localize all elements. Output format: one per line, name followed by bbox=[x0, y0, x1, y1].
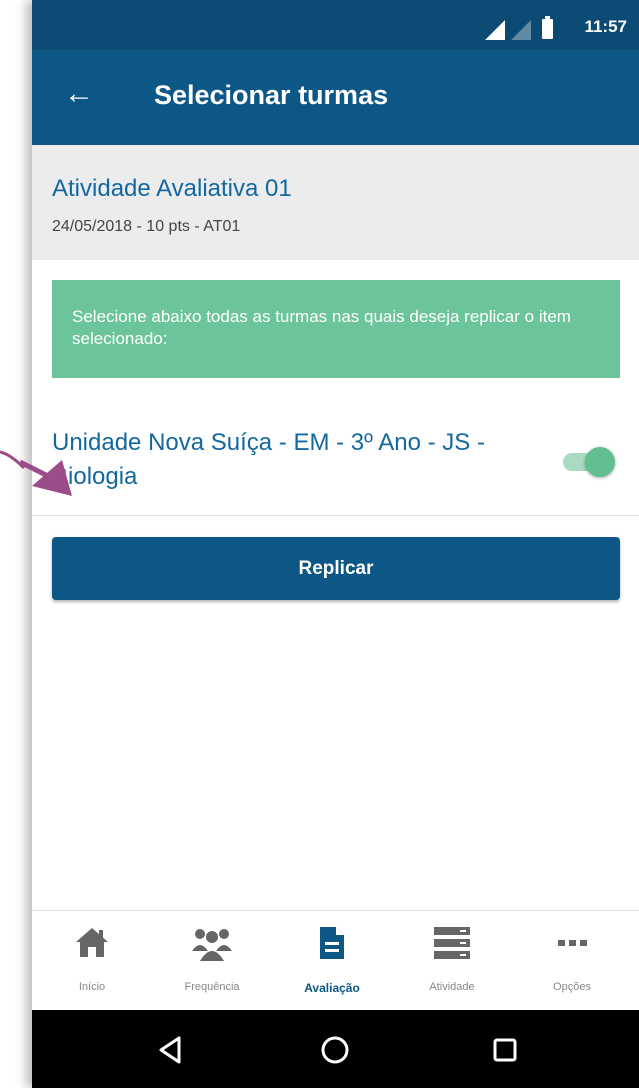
status-bar: 11:57 bbox=[32, 0, 639, 50]
signal-icon bbox=[485, 20, 505, 40]
nav-item-atividade[interactable]: Atividade bbox=[392, 911, 512, 1011]
bottom-navigation: Início Frequência Avaliação Atividade Op… bbox=[32, 910, 639, 1011]
activity-header: Atividade Avaliativa 01 24/05/2018 - 10 … bbox=[32, 145, 639, 260]
class-list-item[interactable]: Unidade Nova Suíça - EM - 3º Ano - JS - … bbox=[32, 410, 639, 516]
replicar-button[interactable]: Replicar bbox=[52, 537, 620, 600]
nav-item-opcoes[interactable]: Opções bbox=[512, 911, 632, 1011]
nav-label-inicio: Início bbox=[78, 981, 106, 993]
back-triangle-icon[interactable] bbox=[153, 1032, 189, 1068]
phone-screen: 11:57 ← Selecionar turmas Atividade Aval… bbox=[32, 0, 639, 1088]
recent-apps-icon[interactable] bbox=[487, 1032, 523, 1068]
info-message: Selecione abaixo todas as turmas nas qua… bbox=[52, 280, 620, 378]
status-time: 11:57 bbox=[584, 17, 627, 36]
nav-item-avaliacao[interactable]: Avaliação bbox=[272, 911, 392, 1011]
battery-icon bbox=[542, 16, 553, 39]
nav-label-frequencia: Frequência bbox=[184, 981, 240, 993]
nav-item-frequencia[interactable]: Frequência bbox=[152, 911, 272, 1011]
nav-label-atividade: Atividade bbox=[429, 981, 475, 993]
list-icon bbox=[392, 925, 512, 961]
page-title: Selecionar turmas bbox=[154, 80, 389, 110]
home-icon bbox=[32, 925, 152, 961]
toggle-knob bbox=[585, 447, 615, 477]
people-icon bbox=[152, 925, 272, 961]
activity-subtitle: 24/05/2018 - 10 pts - AT01 bbox=[52, 218, 241, 235]
annotation-arrow-icon bbox=[0, 450, 72, 496]
more-icon bbox=[512, 925, 632, 961]
system-navigation-bar bbox=[32, 1010, 639, 1088]
class-label: Unidade Nova Suíça - EM - 3º Ano - JS - … bbox=[52, 429, 485, 490]
nav-label-opcoes: Opções bbox=[553, 981, 591, 993]
back-arrow-icon[interactable]: ← bbox=[64, 74, 94, 114]
nav-item-inicio[interactable]: Início bbox=[32, 911, 152, 1011]
document-icon bbox=[272, 925, 392, 961]
class-select-toggle[interactable] bbox=[563, 445, 615, 479]
home-circle-icon[interactable] bbox=[317, 1032, 353, 1068]
nav-label-avaliacao: Avaliação bbox=[304, 981, 360, 995]
signal-weak-icon bbox=[511, 20, 531, 40]
app-bar: ← Selecionar turmas bbox=[32, 50, 639, 145]
activity-title: Atividade Avaliativa 01 bbox=[52, 175, 292, 202]
